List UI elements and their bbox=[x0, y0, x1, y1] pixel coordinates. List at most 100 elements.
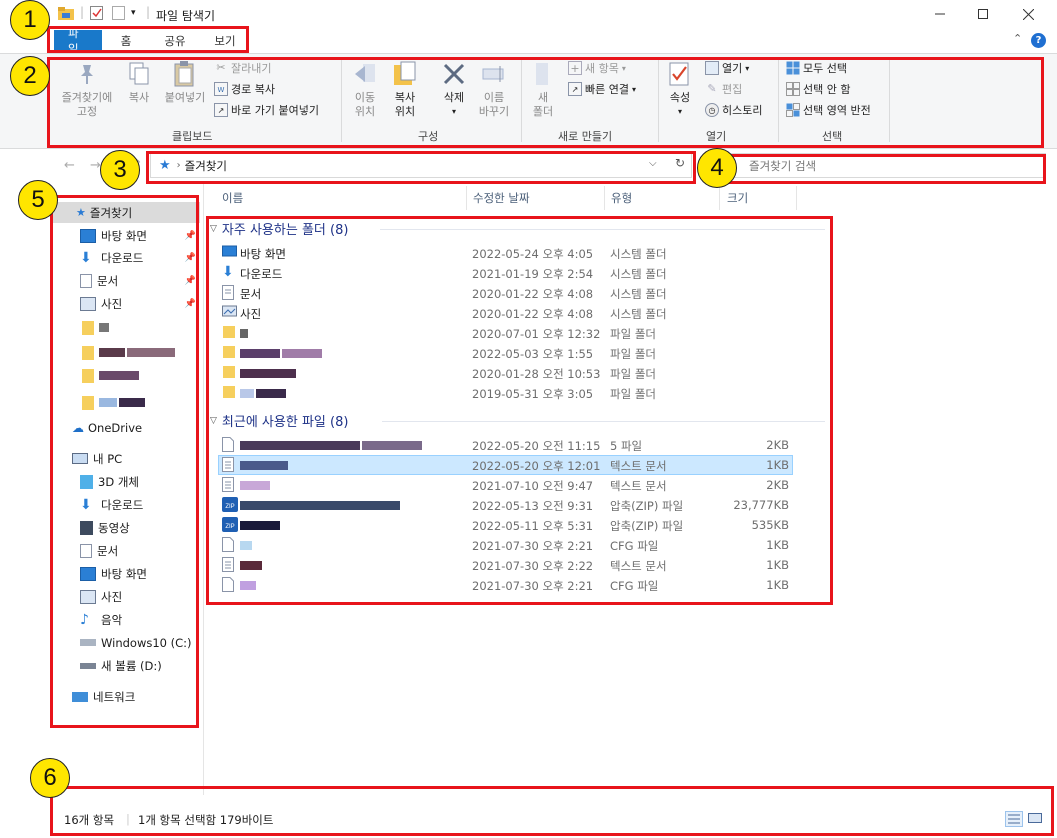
list-item[interactable]: ZIP 2022-05-11 오후 5:31 압축(ZIP) 파일 535KB bbox=[218, 515, 793, 535]
minimize-button[interactable] bbox=[917, 0, 963, 28]
address-bar[interactable]: ★ › 즐겨찾기 ⌵ ↻ bbox=[150, 153, 692, 178]
list-item[interactable]: ⬇ 다운로드 2021-01-19 오후 2:54 시스템 폴더 bbox=[218, 263, 793, 283]
list-item[interactable]: ZIP 2022-05-13 오전 9:31 압축(ZIP) 파일 23,777… bbox=[218, 495, 793, 515]
list-item[interactable]: 2021-07-30 오후 2:21 CFG 파일 1KB bbox=[218, 575, 793, 595]
history-button[interactable]: ◷ 히스토리 bbox=[705, 102, 762, 118]
delete-button[interactable]: 삭제 ▾ bbox=[438, 60, 470, 119]
tab-view[interactable]: 보기 bbox=[200, 30, 250, 51]
cut-button[interactable]: ✂ 잘라내기 bbox=[214, 60, 271, 76]
tab-share[interactable]: 공유 bbox=[150, 30, 200, 51]
qa-dropdown-icon[interactable]: ▾ bbox=[131, 8, 136, 18]
list-item[interactable]: 2022-05-03 오후 1:55 파일 폴더 bbox=[218, 343, 793, 363]
paste-shortcut-button[interactable]: ↗ 바로 가기 붙여넣기 bbox=[214, 102, 319, 118]
list-item-selected[interactable]: 2022-05-20 오후 12:01 텍스트 문서 1KB bbox=[218, 455, 793, 475]
list-item[interactable]: 2021-07-10 오전 9:47 텍스트 문서 2KB bbox=[218, 475, 793, 495]
nav-pinned-folder[interactable] bbox=[50, 365, 200, 386]
column-header-type[interactable]: 유형 bbox=[611, 190, 632, 206]
address-dropdown-icon[interactable]: ⌵ bbox=[649, 158, 657, 169]
window-title: 파일 탐색기 bbox=[156, 9, 216, 23]
new-folder-icon[interactable] bbox=[112, 6, 126, 23]
back-arrow-icon[interactable]: ← bbox=[64, 158, 75, 173]
folder-icon bbox=[82, 345, 94, 360]
edit-button[interactable]: ✎ 편집 bbox=[705, 81, 742, 97]
nav-videos[interactable]: 동영상 bbox=[50, 517, 200, 538]
column-divider[interactable] bbox=[604, 186, 605, 210]
nav-onedrive[interactable]: ☁ OneDrive bbox=[50, 417, 200, 438]
nav-documents[interactable]: 문서 📌 bbox=[50, 270, 200, 291]
tab-file[interactable]: 파일 bbox=[54, 26, 102, 56]
item-date: 2022-05-03 오후 1:55 bbox=[472, 347, 594, 361]
nav-pinned-folder[interactable] bbox=[50, 317, 200, 338]
nav-drive-d[interactable]: 새 볼륨 (D:) bbox=[50, 655, 200, 676]
paste-button[interactable]: 붙여넣기 bbox=[162, 60, 208, 105]
navigation-pane: ★ 즐겨찾기 바탕 화면 📌 ⬇ 다운로드 📌 문서 📌 사진 📌 ☁ OneD… bbox=[50, 198, 200, 798]
item-date: 2022-05-11 오후 5:31 bbox=[472, 519, 594, 533]
refresh-icon[interactable]: ↻ bbox=[675, 156, 685, 170]
list-item[interactable]: 문서 2020-01-22 오후 4:08 시스템 폴더 bbox=[218, 283, 793, 303]
nav-pc-desktop[interactable]: 바탕 화면 bbox=[50, 563, 200, 584]
nav-network[interactable]: 네트워크 bbox=[50, 686, 200, 707]
recent-files-header[interactable]: ▽ 최근에 사용한 파일 (8) bbox=[210, 411, 348, 430]
list-item[interactable]: 2020-01-28 오전 10:53 파일 폴더 bbox=[218, 363, 793, 383]
item-name-redacted bbox=[240, 478, 272, 492]
properties-checkmark-icon[interactable] bbox=[90, 6, 104, 23]
navpane-splitter[interactable] bbox=[203, 183, 204, 795]
nav-drive-c[interactable]: Windows10 (C:) bbox=[50, 632, 200, 653]
column-divider[interactable] bbox=[719, 186, 720, 210]
select-all-button[interactable]: 모두 선택 bbox=[786, 60, 847, 76]
large-icons-view-button[interactable] bbox=[1027, 811, 1045, 827]
close-button[interactable] bbox=[1005, 0, 1051, 28]
frequent-folders-header[interactable]: ▽ 자주 사용하는 폴더 (8) bbox=[210, 219, 348, 238]
nav-pinned-folder[interactable] bbox=[50, 392, 200, 413]
breadcrumb[interactable]: 즐겨찾기 bbox=[185, 158, 227, 174]
cut-label: 잘라내기 bbox=[231, 62, 272, 75]
search-input[interactable]: 즐겨찾기 검색 bbox=[728, 153, 1046, 178]
open-button[interactable]: 열기 ▾ bbox=[705, 60, 749, 76]
list-item[interactable]: 2019-05-31 오후 3:05 파일 폴더 bbox=[218, 383, 793, 403]
column-header-date[interactable]: 수정한 날짜 bbox=[473, 190, 530, 206]
list-item[interactable]: 2020-07-01 오후 12:32 파일 폴더 bbox=[218, 323, 793, 343]
list-item[interactable]: 바탕 화면 2022-05-24 오후 4:05 시스템 폴더 bbox=[218, 243, 793, 263]
details-view-button[interactable] bbox=[1005, 811, 1023, 827]
move-to-button[interactable]: 이동 위치 bbox=[348, 60, 382, 119]
nav-pc-documents[interactable]: 문서 bbox=[50, 540, 200, 561]
easy-access-button[interactable]: ↗ 빠른 연결 ▾ bbox=[568, 81, 636, 97]
pin-to-quick-access-button[interactable]: 즐겨찾기에 고정 bbox=[56, 60, 118, 119]
copy-path-button[interactable]: W 경로 복사 bbox=[214, 81, 275, 97]
list-item[interactable]: 사진 2020-01-22 오후 4:08 시스템 폴더 bbox=[218, 303, 793, 323]
select-none-button[interactable]: 선택 안 함 bbox=[786, 81, 850, 97]
nav-quick-access[interactable]: ★ 즐겨찾기 bbox=[50, 202, 200, 223]
column-header-name[interactable]: 이름 bbox=[222, 190, 243, 206]
column-divider[interactable] bbox=[796, 186, 797, 210]
nav-pc-pictures[interactable]: 사진 bbox=[50, 586, 200, 607]
list-item[interactable]: 2022-05-20 오전 11:15 5 파일 2KB bbox=[218, 435, 793, 455]
nav-pictures[interactable]: 사진 📌 bbox=[50, 293, 200, 314]
list-item[interactable]: 2021-07-30 오후 2:22 텍스트 문서 1KB bbox=[218, 555, 793, 575]
maximize-button[interactable] bbox=[960, 0, 1006, 28]
copy-button[interactable]: 복사 bbox=[124, 60, 154, 105]
help-icon[interactable]: ? bbox=[1031, 33, 1046, 48]
nav-desktop[interactable]: 바탕 화면 📌 bbox=[50, 225, 200, 246]
copy-to-button[interactable]: 복사 위치 bbox=[388, 60, 422, 119]
rename-button[interactable]: 이름 바꾸기 bbox=[474, 60, 514, 119]
invert-selection-button[interactable]: 선택 영역 반전 bbox=[786, 102, 871, 118]
list-item[interactable]: 2021-07-30 오후 2:21 CFG 파일 1KB bbox=[218, 535, 793, 555]
new-item-label: 새 항목 bbox=[585, 62, 619, 75]
new-item-button[interactable]: + 새 항목 ▾ bbox=[568, 60, 626, 76]
new-folder-button[interactable]: 새 폴더 bbox=[530, 60, 556, 119]
star-icon: ★ bbox=[76, 206, 86, 219]
column-header-size[interactable]: 크기 bbox=[727, 190, 748, 206]
properties-button[interactable]: 속성 ▾ bbox=[664, 60, 696, 119]
nav-music[interactable]: ♪ 음악 bbox=[50, 609, 200, 630]
collapse-ribbon-icon[interactable]: ⌃ bbox=[1013, 32, 1022, 45]
item-name-redacted bbox=[240, 366, 298, 380]
nav-label: 바탕 화면 bbox=[101, 566, 147, 581]
pin-icon: 📌 bbox=[184, 230, 196, 241]
nav-downloads[interactable]: ⬇ 다운로드 📌 bbox=[50, 247, 200, 268]
tab-home[interactable]: 홈 bbox=[102, 30, 150, 51]
nav-pc-downloads[interactable]: ⬇ 다운로드 bbox=[50, 494, 200, 515]
column-divider[interactable] bbox=[466, 186, 467, 210]
nav-3d-objects[interactable]: 3D 개체 bbox=[50, 471, 200, 492]
nav-pinned-folder[interactable] bbox=[50, 342, 200, 363]
nav-this-pc[interactable]: 내 PC bbox=[50, 448, 200, 469]
